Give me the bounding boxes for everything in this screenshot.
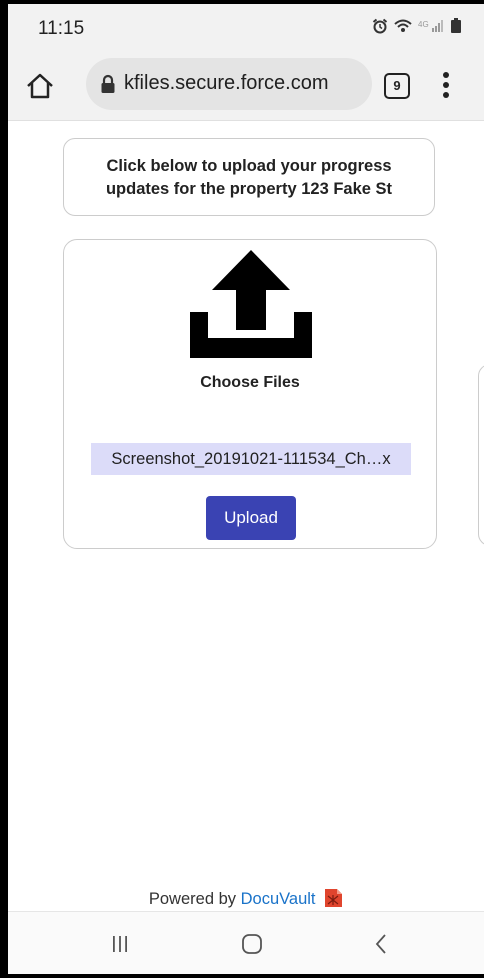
browser-toolbar: kfiles.secure.force.com 9 bbox=[8, 50, 484, 121]
lock-icon bbox=[101, 74, 115, 93]
svg-text:4G: 4G bbox=[418, 20, 429, 29]
url-text: kfiles.secure.force.com bbox=[124, 72, 329, 94]
home-icon[interactable] bbox=[24, 70, 56, 102]
tabs-button[interactable]: 9 bbox=[384, 73, 410, 99]
next-card-edge bbox=[478, 364, 484, 546]
docuvault-link[interactable]: DocuVault bbox=[241, 890, 316, 908]
choose-files-label[interactable]: Choose Files bbox=[64, 374, 436, 392]
powered-by-text: Powered by bbox=[148, 890, 237, 908]
home-nav-icon[interactable] bbox=[241, 933, 263, 955]
status-bar: 11:15 4G bbox=[8, 4, 484, 50]
powered-by-footer: Powered by DocuVault bbox=[8, 888, 484, 909]
signal-icon: 4G bbox=[418, 20, 443, 32]
status-time: 11:15 bbox=[38, 18, 85, 39]
page-content: Click below to upload your progress upda… bbox=[8, 121, 484, 911]
alarm-icon bbox=[372, 18, 388, 34]
selected-file-name: Screenshot_20191021-111534_Ch…x bbox=[91, 443, 411, 475]
docuvault-logo-icon bbox=[325, 889, 343, 907]
phone-screen: 11:15 4G kfiles.secure.force.com 9 Click… bbox=[8, 4, 484, 974]
upload-card: Choose Files Screenshot_20191021-111534_… bbox=[63, 239, 437, 549]
more-vert-icon[interactable] bbox=[440, 70, 452, 100]
upload-button[interactable]: Upload bbox=[206, 496, 296, 540]
upload-icon[interactable] bbox=[190, 250, 312, 358]
instructions-line-1: Click below to upload your progress bbox=[106, 157, 392, 175]
battery-icon bbox=[451, 18, 461, 33]
recents-icon[interactable] bbox=[110, 934, 130, 954]
instructions-card: Click below to upload your progress upda… bbox=[63, 138, 435, 216]
url-bar[interactable]: kfiles.secure.force.com bbox=[86, 58, 372, 110]
android-nav-bar bbox=[8, 911, 484, 974]
wifi-icon bbox=[394, 19, 412, 32]
instructions-line-2: updates for the property 123 Fake St bbox=[105, 180, 393, 198]
status-icons: 4G bbox=[372, 18, 462, 34]
back-icon[interactable] bbox=[374, 932, 388, 956]
